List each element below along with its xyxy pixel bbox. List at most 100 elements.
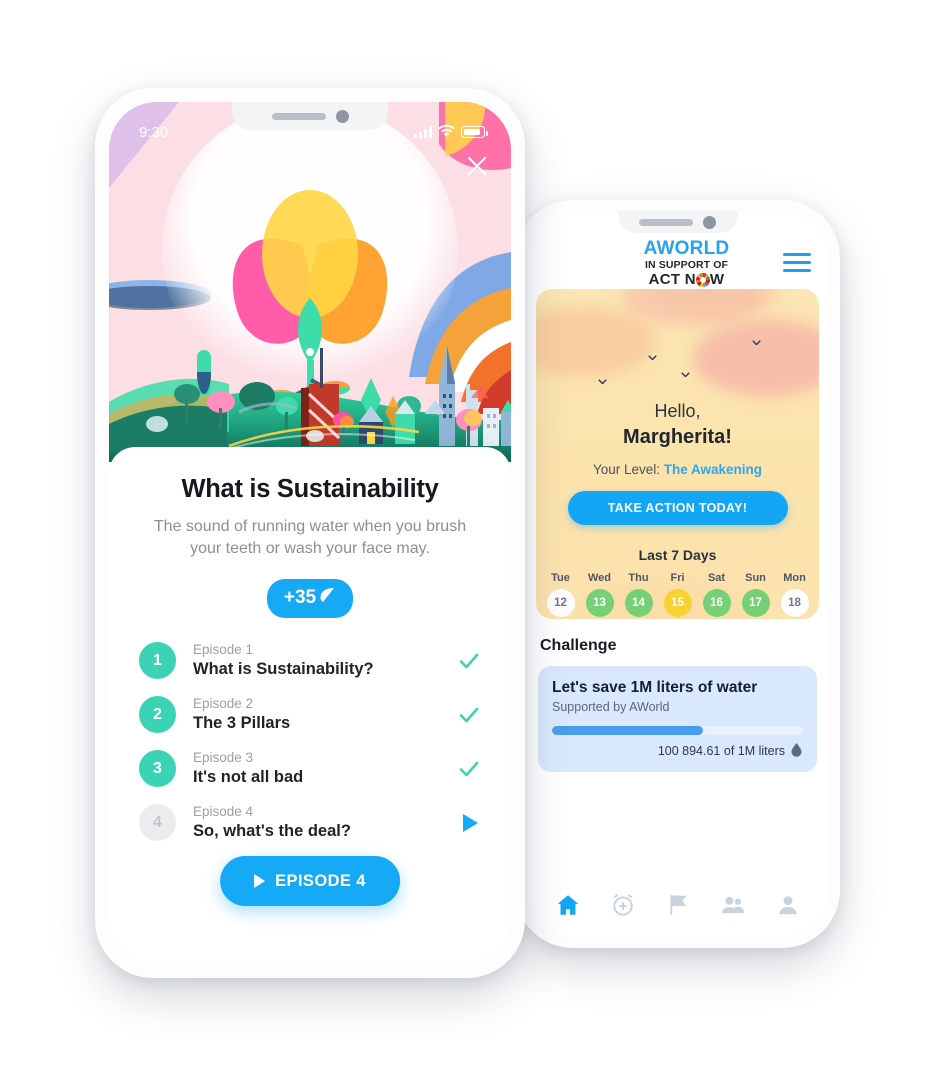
day-cell[interactable]: Sun 17 — [740, 572, 771, 617]
phone-right-device: AWORLD IN SUPPORT OF ACT NW Hello, Margh… — [515, 200, 840, 948]
wifi-icon — [438, 124, 455, 141]
day-name: Thu — [628, 572, 649, 584]
challenge-card[interactable]: Let's save 1M liters of water Supported … — [538, 666, 817, 772]
lesson-detail-sheet: What is Sustainability The sound of runn… — [109, 447, 511, 964]
day-cell[interactable]: Tue 12 — [545, 572, 576, 617]
day-cell[interactable]: Thu 14 — [623, 572, 654, 617]
challenge-progress-fill — [552, 726, 703, 735]
take-action-today-button[interactable]: TAKE ACTION TODAY! — [567, 491, 788, 525]
person-icon[interactable] — [775, 892, 801, 918]
speaker-grille — [639, 218, 693, 226]
greeting-block: Hello, Margherita! Your Level: The Awake… — [536, 401, 819, 617]
front-camera — [335, 109, 349, 123]
last-7-days-title: Last 7 Days — [638, 547, 717, 563]
day-name: Mon — [783, 572, 806, 584]
episode-label: Episode 4 — [193, 804, 254, 820]
screenshot-stage: AWORLD IN SUPPORT OF ACT NW Hello, Margh… — [0, 0, 925, 1083]
phone-left-screen: 9:30 What is Sustainability The sound of… — [109, 102, 511, 964]
day-name: Fri — [670, 572, 685, 584]
points-value: +35 — [283, 587, 317, 609]
day-cell[interactable]: Sat 16 — [701, 572, 732, 617]
lesson-description: The sound of running water when you brus… — [153, 518, 467, 557]
greeting-hello: Hello, — [654, 401, 701, 421]
episode-label: Episode 2 — [193, 696, 254, 712]
episode-text: Episode 1 What is Sustainability? — [193, 642, 440, 679]
episode-title: So, what's the deal? — [193, 822, 351, 841]
episode-title: What is Sustainability? — [193, 660, 374, 679]
episode-number: 1 — [139, 642, 176, 680]
day-name: Tue — [551, 572, 570, 584]
episode-list: 1 Episode 1 What is Sustainability? 2 Ep… — [139, 642, 481, 842]
water-drop-icon — [790, 742, 803, 760]
logo-line-in-support-of: IN SUPPORT OF — [645, 259, 728, 272]
day-cell[interactable]: Wed 13 — [584, 572, 615, 617]
list-item[interactable]: 2 Episode 2 The 3 Pillars — [139, 696, 481, 734]
challenge-progress-text: 100 894.61 of 1M liters — [657, 744, 785, 758]
list-item[interactable]: 3 Episode 3 It's not all bad — [139, 750, 481, 788]
episode-label: Episode 1 — [193, 642, 254, 658]
phone-right-screen: AWORLD IN SUPPORT OF ACT NW Hello, Margh… — [526, 211, 829, 937]
status-time: 9:30 — [139, 123, 169, 141]
logo-act-n: ACT N — [648, 270, 696, 288]
episode-4-cta-label: EPISODE 4 — [275, 871, 366, 890]
day-cell[interactable]: Fri 15 — [662, 572, 693, 617]
group-icon[interactable] — [720, 892, 746, 918]
hero-illustration: 9:30 — [109, 102, 511, 462]
episode-title: The 3 Pillars — [193, 714, 291, 733]
day-date: 18 — [780, 589, 809, 617]
battery-icon — [461, 126, 488, 138]
bird-icon — [648, 355, 657, 361]
greeting-sky-banner: Hello, Margherita! Your Level: The Awake… — [536, 289, 819, 619]
close-icon[interactable] — [465, 154, 489, 178]
challenge-subtitle: Supported by AWorld — [552, 700, 670, 714]
day-date: 14 — [624, 589, 653, 617]
day-name: Sat — [707, 572, 726, 584]
day-date: 16 — [702, 589, 731, 617]
alarm-plus-icon[interactable] — [610, 892, 636, 918]
week-strip: Tue 12 Wed 13 Thu 14 Fri 15 Sat 16 Sun 1… — [536, 572, 819, 617]
challenge-progress-meta: 100 894.61 of 1M liters — [552, 742, 803, 760]
check-icon — [457, 649, 481, 673]
user-level-prefix: Your Level: — [592, 462, 664, 477]
aworld-logo: AWORLD IN SUPPORT OF ACT N W — [626, 239, 730, 288]
home-icon[interactable] — [555, 892, 581, 918]
phone-left-device: 9:30 What is Sustainability The sound of… — [95, 88, 525, 978]
bottom-tab-bar — [526, 879, 829, 937]
cloud-shape — [536, 307, 656, 377]
day-cell[interactable]: Mon 18 — [779, 572, 810, 617]
episode-number: 3 — [139, 750, 176, 788]
check-icon — [457, 703, 481, 727]
challenge-section-title: Challenge — [540, 637, 617, 654]
user-level: Your Level: The Awakening — [536, 462, 819, 477]
hamburger-menu-icon[interactable] — [783, 253, 811, 272]
bird-icon — [598, 379, 607, 385]
bird-icon — [681, 372, 690, 378]
episode-label: Episode 3 — [193, 750, 254, 766]
logo-line-act-now: ACT N W — [644, 270, 730, 288]
flag-icon[interactable] — [665, 892, 691, 918]
day-date: 17 — [741, 589, 770, 617]
challenge-section: Challenge Let's save 1M liters of water … — [526, 619, 829, 772]
greeting-username: Margherita! — [623, 426, 732, 448]
logo-w: W — [709, 270, 725, 288]
play-icon[interactable] — [457, 811, 481, 835]
day-date: 12 — [546, 589, 575, 617]
episode-text: Episode 3 It's not all bad — [193, 750, 440, 787]
episode-title: It's not all bad — [193, 768, 304, 787]
day-date: 15 — [663, 589, 692, 617]
episode-4-cta-button[interactable]: EPISODE 4 — [220, 856, 400, 906]
phone-left-notch — [232, 102, 388, 130]
day-date: 13 — [585, 589, 614, 617]
episode-number: 4 — [139, 804, 176, 842]
list-item[interactable]: 1 Episode 1 What is Sustainability? — [139, 642, 481, 680]
bird-icon — [752, 340, 761, 346]
play-icon — [254, 874, 266, 888]
points-badge[interactable]: +35 — [266, 579, 354, 619]
day-name: Sun — [745, 572, 766, 584]
episode-text: Episode 2 The 3 Pillars — [193, 696, 440, 733]
list-item[interactable]: 4 Episode 4 So, what's the deal? — [139, 804, 481, 842]
check-icon — [457, 757, 481, 781]
user-level-value: The Awakening — [663, 462, 763, 477]
challenge-title: Let's save 1M liters of water — [552, 679, 758, 696]
sustainability-illustration-svg — [109, 102, 511, 462]
